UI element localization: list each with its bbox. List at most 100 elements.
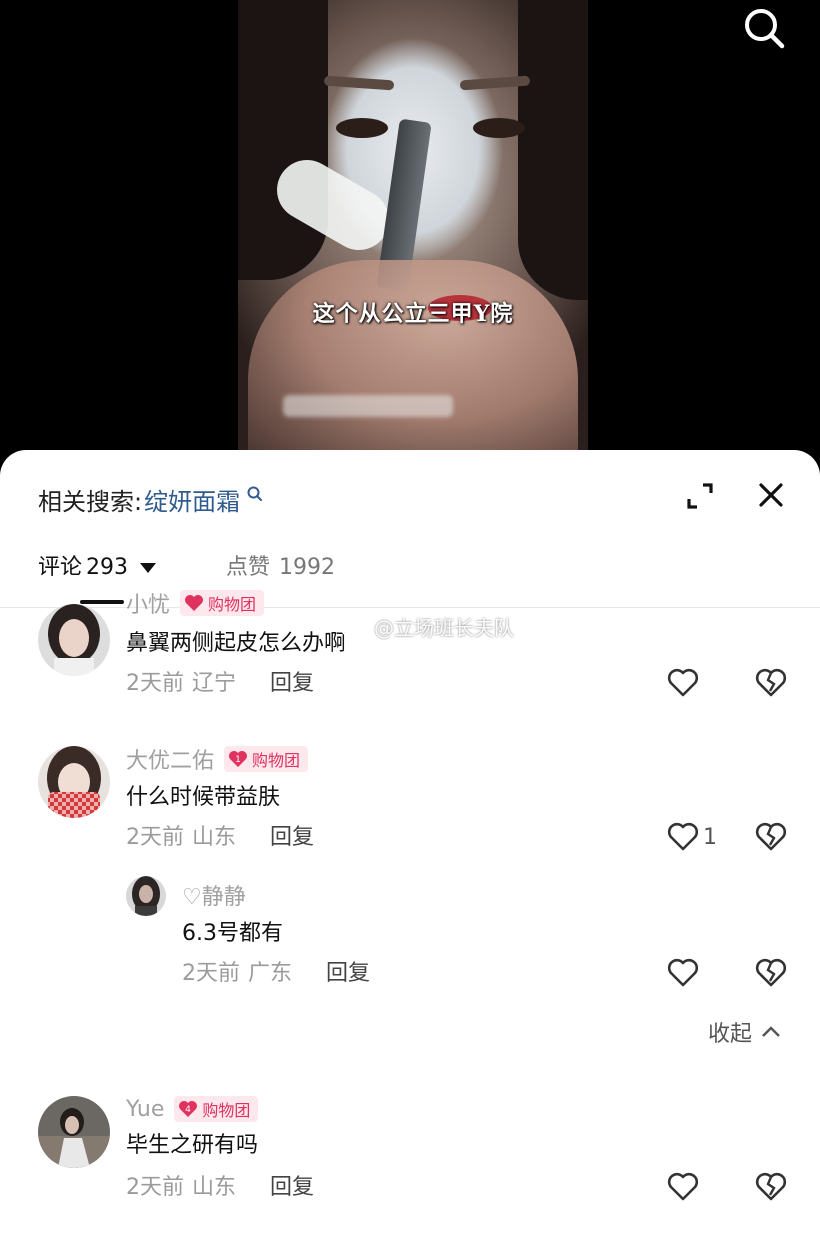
badge-level: 4	[186, 1105, 192, 1115]
heart-icon	[667, 822, 699, 851]
heart-icon	[667, 668, 699, 697]
panel-tabs: 评论 293 点赞 1992	[0, 548, 820, 608]
close-icon	[759, 483, 783, 507]
comment-time: 2天前	[182, 961, 240, 986]
tab-comments[interactable]: 评论 293	[38, 552, 157, 584]
broken-heart-icon	[755, 1172, 787, 1201]
search-icon	[247, 486, 263, 501]
comment-author[interactable]: 小忧 购物团	[126, 588, 265, 618]
badge-label: 购物团	[208, 595, 257, 614]
reply-button[interactable]: 回复	[326, 958, 370, 990]
author-name: 小忧	[126, 593, 171, 618]
avatar[interactable]	[38, 1096, 110, 1168]
chevron-up-icon	[762, 1026, 780, 1037]
shopping-badge: 购物团	[180, 590, 265, 616]
comment-author[interactable]: 大优二佑 1 购物团	[126, 744, 309, 774]
video-subtitle: 这个从公立三甲Y院	[312, 301, 514, 327]
reply-button[interactable]: 回复	[270, 822, 314, 854]
comment-meta: 2天前 广东 回复	[182, 958, 370, 990]
watermark-text: @立场班长夫队	[374, 616, 514, 640]
close-button[interactable]	[756, 480, 786, 510]
comment-time: 2天前	[126, 671, 184, 696]
badge-level: 1	[235, 755, 241, 765]
avatar-image	[38, 1096, 110, 1168]
tab-likes-count: 1992	[279, 555, 336, 580]
weibo-logo-icon	[341, 617, 369, 637]
comment-author[interactable]: ♡静静	[182, 880, 246, 910]
video-hand	[248, 260, 578, 450]
dislike-button[interactable]	[755, 822, 787, 852]
like-button[interactable]: 1	[667, 820, 717, 854]
avatar-image	[38, 746, 110, 818]
reply-button[interactable]: 回复	[270, 1172, 314, 1204]
avatar[interactable]	[38, 746, 110, 818]
author-name: Yue	[126, 1096, 165, 1122]
video-frame[interactable]: 这个从公立三甲Y院	[238, 0, 588, 450]
tab-active-indicator	[80, 600, 124, 604]
comment-text: 鼻翼两侧起皮怎么办啊	[126, 631, 347, 656]
like-button[interactable]	[667, 666, 699, 700]
broken-heart-icon	[755, 668, 787, 697]
avatar[interactable]	[38, 604, 110, 676]
video-eye-left	[336, 118, 388, 138]
shopping-badge: 1 购物团	[224, 746, 309, 772]
badge-label: 购物团	[202, 1101, 251, 1120]
comment-text: 什么时候带益肤	[126, 785, 281, 810]
dislike-button[interactable]	[755, 958, 787, 988]
like-button[interactable]	[667, 956, 699, 990]
watermark: @立场班长夫队	[340, 612, 514, 641]
comment-location: 辽宁	[192, 671, 237, 696]
video-eye-right	[473, 118, 525, 138]
expand-button[interactable]	[684, 480, 716, 512]
dislike-button[interactable]	[755, 1172, 787, 1202]
broken-heart-icon	[755, 822, 787, 851]
heart-icon: 4	[179, 1101, 198, 1117]
search-icon	[745, 9, 785, 49]
comment-panel: 相关搜索: 绽妍面霜 评论 293 点赞 1992 小忧 购物团 鼻翼两侧起皮怎…	[0, 450, 820, 1247]
reply-button[interactable]: 回复	[270, 668, 314, 700]
collapse-replies-button[interactable]: 收起	[708, 1016, 782, 1048]
like-count: 1	[703, 824, 717, 850]
video-blur-caption	[283, 395, 453, 417]
avatar[interactable]	[126, 876, 166, 916]
avatar-image	[126, 876, 166, 916]
dislike-button[interactable]	[755, 668, 787, 698]
comment-time: 2天前	[126, 1175, 184, 1200]
tab-likes[interactable]: 点赞 1992	[226, 552, 335, 584]
tab-comments-label: 评论	[38, 555, 83, 580]
comment-meta: 2天前 山东 回复	[126, 822, 314, 854]
comment-location: 山东	[192, 1175, 237, 1200]
heart-icon	[667, 958, 699, 987]
video-brow-left	[323, 75, 395, 91]
comment-location: 山东	[192, 825, 237, 850]
broken-heart-icon	[755, 958, 787, 987]
tab-comments-count: 293	[86, 555, 129, 580]
like-button[interactable]	[667, 1170, 699, 1204]
related-search-prefix: 相关搜索:	[38, 487, 143, 516]
badge-label: 购物团	[252, 751, 301, 770]
comment-text: 6.3号都有	[182, 921, 283, 946]
heart-icon	[185, 595, 204, 611]
collapse-label: 收起	[708, 1022, 753, 1047]
video-player[interactable]: 这个从公立三甲Y院	[0, 0, 820, 460]
comment-meta: 2天前 山东 回复	[126, 1172, 314, 1204]
expand-icon	[687, 483, 713, 509]
video-hair-right	[518, 0, 588, 300]
author-name: ♡静静	[182, 885, 246, 910]
comment-author[interactable]: Yue 4 购物团	[126, 1094, 259, 1124]
avatar-image	[38, 604, 110, 676]
comment-time: 2天前	[126, 825, 184, 850]
shopping-badge: 4 购物团	[174, 1096, 259, 1122]
comment-meta: 2天前 辽宁 回复	[126, 668, 314, 700]
video-hair-left	[238, 0, 328, 280]
tabs-divider	[0, 607, 820, 608]
comment-location: 广东	[248, 961, 293, 986]
search-button[interactable]	[742, 6, 786, 50]
comment-text: 毕生之研有吗	[126, 1133, 259, 1158]
heart-icon	[667, 1172, 699, 1201]
tab-likes-label: 点赞	[226, 555, 271, 580]
related-search[interactable]: 相关搜索: 绽妍面霜	[38, 482, 264, 516]
heart-icon: 1	[229, 751, 248, 767]
caret-down-icon[interactable]	[140, 563, 157, 573]
related-search-term[interactable]: 绽妍面霜	[144, 482, 240, 517]
